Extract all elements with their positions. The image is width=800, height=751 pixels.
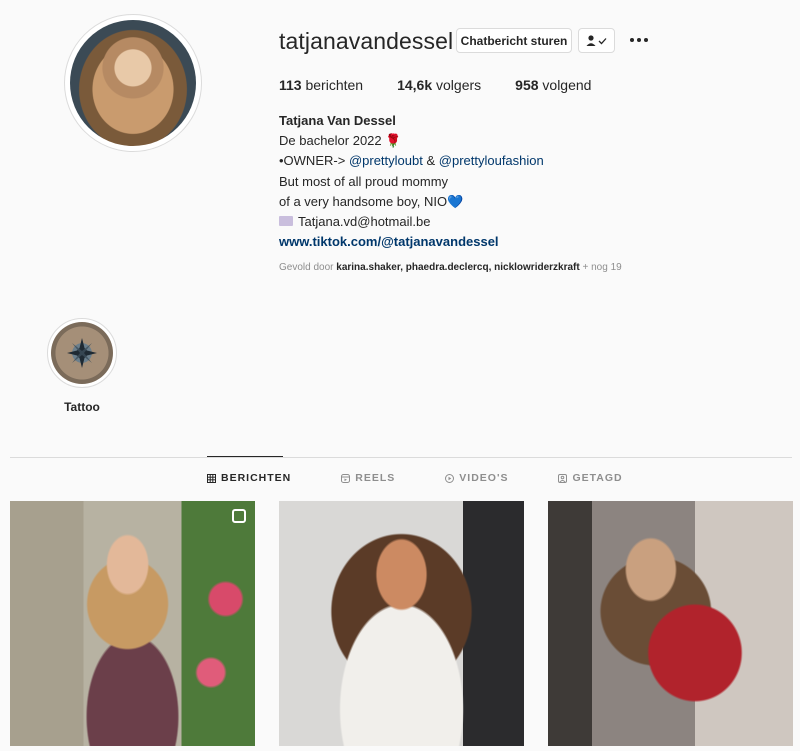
mention-link[interactable]: @prettyloufashion xyxy=(439,153,544,168)
highlight-ring xyxy=(47,318,117,388)
more-options-button[interactable] xyxy=(626,30,652,50)
followed-by-suffix: + nog 19 xyxy=(582,262,622,273)
message-button[interactable]: Chatbericht sturen xyxy=(456,28,572,53)
profile-bio: Tatjana Van Dessel De bachelor 2022 🌹 •O… xyxy=(279,111,544,252)
tab-label: GETAGD xyxy=(572,472,623,484)
bio-line: De bachelor 2022 🌹 xyxy=(279,131,544,151)
tab-label: BERICHTEN xyxy=(221,472,292,484)
tab-videos[interactable]: VIDEO'S xyxy=(445,472,508,484)
rose-icon: 🌹 xyxy=(385,133,402,149)
bio-text: of a very handsome boy, NIO xyxy=(279,193,448,209)
stat-posts-value: 113 xyxy=(279,77,302,93)
followed-by-prefix: Gevold door xyxy=(279,262,334,273)
tab-label: REELS xyxy=(355,472,396,484)
followed-by[interactable]: Gevold door karina.shaker, phaedra.decle… xyxy=(279,262,622,273)
highlight-tattoo[interactable]: Tattoo xyxy=(47,318,117,414)
highlight-label: Tattoo xyxy=(64,400,100,414)
active-tab-indicator xyxy=(207,456,283,457)
mention-link[interactable]: @prettyloubt xyxy=(349,153,423,168)
stat-following-label: volgend xyxy=(542,77,592,93)
stat-following[interactable]: 958 volgend xyxy=(515,77,591,93)
bio-text: & xyxy=(426,153,436,169)
bio-text: De bachelor 2022 xyxy=(279,133,382,149)
tab-berichten[interactable]: BERICHTEN xyxy=(207,472,291,484)
stat-posts: 113 berichten xyxy=(279,77,363,93)
reels-icon xyxy=(341,473,351,483)
tabs-divider xyxy=(10,457,792,458)
bio-text: •OWNER-> xyxy=(279,153,346,169)
stat-followers-label: volgers xyxy=(436,77,482,93)
tab-reels[interactable]: REELS xyxy=(341,472,395,484)
profile-full-name: Tatjana Van Dessel xyxy=(279,113,396,128)
bio-line: of a very handsome boy, NIO💙 xyxy=(279,192,544,212)
post-thumbnail[interactable] xyxy=(10,501,255,746)
profile-tabs: BERICHTEN REELS VIDEO'S GETAGD xyxy=(207,472,673,484)
grid-icon xyxy=(207,473,216,483)
video-icon xyxy=(445,473,455,483)
bio-line: Tatjana.vd@hotmail.be xyxy=(279,212,544,232)
avatar xyxy=(70,20,196,146)
tab-getagd[interactable]: GETAGD xyxy=(558,472,622,484)
stat-followers-value: 14,6k xyxy=(397,77,433,93)
person-check-icon xyxy=(586,34,606,46)
post-thumbnail[interactable] xyxy=(279,501,524,746)
bio-line: But most of all proud mommy xyxy=(279,173,449,189)
following-dropdown-button[interactable] xyxy=(578,28,615,53)
dot-icon xyxy=(644,38,648,42)
dot-icon xyxy=(637,38,641,42)
profile-avatar-button[interactable] xyxy=(64,14,202,152)
dot-icon xyxy=(630,38,634,42)
stat-posts-label: berichten xyxy=(305,77,364,93)
profile-stats: 113 berichten 14,6k volgers 958 volgend xyxy=(279,77,625,93)
profile-username: tatjanavandessel xyxy=(279,28,454,54)
tagged-icon xyxy=(558,473,568,483)
followed-by-users: karina.shaker, phaedra.declercq, nicklow… xyxy=(336,262,580,273)
bio-line: •OWNER-> @prettyloubt & @prettyloufashio… xyxy=(279,151,544,171)
envelope-icon xyxy=(279,216,293,227)
bio-email: Tatjana.vd@hotmail.be xyxy=(298,214,431,230)
stat-following-value: 958 xyxy=(515,77,539,93)
carousel-icon xyxy=(232,509,246,523)
bio-external-link[interactable]: www.tiktok.com/@tatjanavandessel xyxy=(279,234,499,249)
stat-followers[interactable]: 14,6k volgers xyxy=(397,77,481,93)
tab-label: VIDEO'S xyxy=(459,472,509,484)
highlight-cover xyxy=(51,322,113,384)
blue-heart-icon: 💙 xyxy=(447,193,464,209)
post-thumbnail[interactable] xyxy=(548,501,793,746)
star-tattoo-icon xyxy=(67,338,97,368)
